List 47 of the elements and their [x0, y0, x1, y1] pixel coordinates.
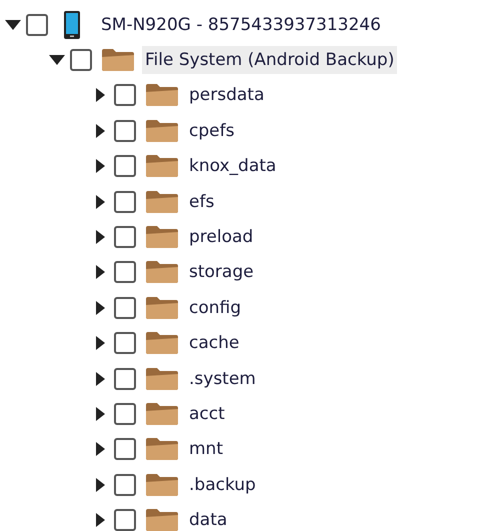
tree-item-label[interactable]: knox_data [186, 152, 280, 180]
checkbox[interactable] [114, 226, 136, 248]
checkbox[interactable] [114, 368, 136, 390]
tree-item-label[interactable]: config [186, 294, 244, 322]
tree-item-label[interactable]: SM-N920G - 8575433937313246 [98, 10, 384, 39]
phone-icon [64, 10, 80, 39]
checkbox[interactable] [114, 296, 136, 319]
tree-item-label[interactable]: acct [186, 400, 228, 428]
checkbox[interactable] [26, 14, 48, 36]
checkbox[interactable] [114, 509, 136, 531]
folder-icon [146, 368, 178, 390]
tree-item-label[interactable]: data [186, 506, 230, 531]
checkbox[interactable] [114, 84, 136, 106]
tree-item-label[interactable]: preload [186, 223, 256, 252]
tree-item-label[interactable]: storage [186, 258, 257, 286]
tree-item-label[interactable]: efs [186, 188, 218, 216]
tree-item-label[interactable]: .system [186, 364, 259, 393]
tree-item-label[interactable]: mnt [186, 435, 226, 464]
checkbox[interactable] [114, 261, 136, 284]
folder-icon [146, 296, 178, 319]
folder-icon [146, 190, 178, 213]
tree-item-label[interactable]: cpefs [186, 116, 238, 145]
checkbox[interactable] [70, 49, 92, 72]
folder-icon [146, 226, 178, 248]
folder-icon [146, 120, 178, 142]
checkbox[interactable] [114, 332, 136, 354]
checkbox[interactable] [114, 190, 136, 213]
expand-toggle[interactable] [48, 53, 66, 68]
folder-icon [102, 49, 134, 72]
folder-icon [146, 474, 178, 496]
checkbox[interactable] [114, 155, 136, 178]
tree-item-label[interactable]: cache [186, 329, 242, 358]
folder-icon [146, 438, 178, 460]
checkbox[interactable] [114, 474, 136, 496]
checkbox[interactable] [114, 402, 136, 425]
folder-icon [146, 155, 178, 178]
expand-toggle[interactable] [4, 18, 22, 32]
tree-item-label[interactable]: File System (Android Backup) [142, 46, 398, 74]
folder-icon [146, 509, 178, 531]
folder-icon [146, 84, 178, 106]
checkbox[interactable] [114, 120, 136, 142]
tree-item-label[interactable]: persdata [186, 81, 268, 110]
folder-icon [146, 332, 178, 354]
tree-item-label[interactable]: .backup [186, 470, 259, 499]
folder-icon [146, 402, 178, 425]
folder-icon [146, 261, 178, 284]
checkbox[interactable] [114, 438, 136, 460]
